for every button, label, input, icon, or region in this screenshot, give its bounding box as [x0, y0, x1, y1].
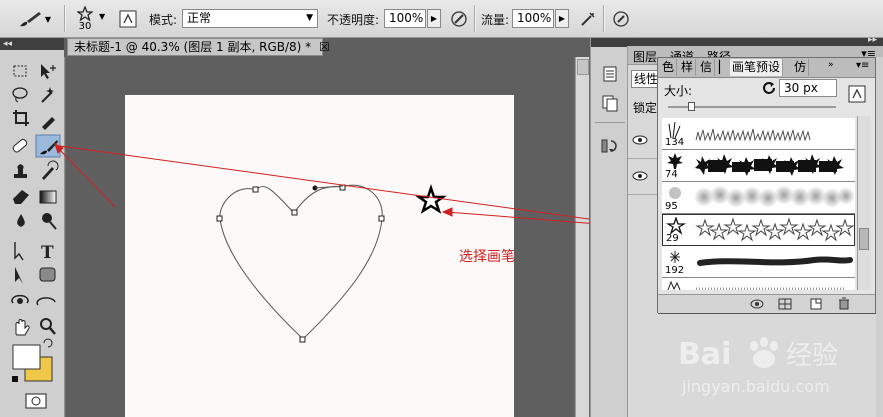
brush-panel-tab-strip: 色 样 信 ▏ 画笔预设 仿 » ▾≡ — [658, 58, 875, 78]
brush-number: 29 — [666, 233, 679, 244]
brush-size-input[interactable]: 30 px — [779, 79, 837, 97]
tab-info[interactable]: 信 — [698, 59, 716, 76]
layer-row[interactable] — [628, 122, 658, 159]
size-label: 大小: — [664, 84, 693, 98]
star-brush-cursor — [415, 184, 447, 214]
brush-number: 192 — [665, 265, 685, 276]
tab-clone-source[interactable]: 仿 — [792, 59, 810, 76]
baidu-jingyan-watermark: Bai 经验 jingyan.baidu.com — [678, 337, 838, 396]
brush-panel-footer — [658, 294, 875, 313]
soft-round-brush-icon — [669, 187, 681, 199]
brush-list-scroll-thumb[interactable] — [859, 228, 869, 250]
size-slider-thumb[interactable] — [688, 102, 695, 111]
brush-preset-row[interactable]: 74 — [662, 150, 855, 182]
eye-icon[interactable] — [632, 171, 648, 181]
new-preset-icon[interactable] — [810, 298, 822, 310]
brush-grid-icon[interactable] — [778, 298, 792, 310]
soft-round-stroke-preview — [694, 185, 854, 208]
dock-header[interactable] — [591, 38, 628, 47]
layer-comps-button[interactable] — [597, 91, 623, 115]
annotation-label: 选择画笔 — [459, 249, 515, 265]
tab-brush-presets[interactable]: 画笔预设 — [730, 59, 784, 76]
more-tabs-icon[interactable]: » — [828, 60, 834, 70]
trash-icon[interactable] — [838, 297, 850, 310]
brush-preset-row-selected[interactable]: 29 — [662, 214, 855, 246]
svg-text:Bai: Bai — [678, 337, 731, 372]
layer-row[interactable] — [628, 158, 658, 195]
brush-preset-row[interactable]: 192 — [662, 246, 855, 278]
brush-number: 74 — [665, 169, 678, 180]
rotate-tool-icon — [601, 139, 617, 153]
brush-list-scrollbar[interactable] — [857, 116, 871, 290]
leaf-stroke-preview — [695, 154, 844, 176]
history-panel-button[interactable] — [597, 62, 623, 86]
grass-stroke-preview — [695, 128, 811, 142]
panel-dock — [590, 38, 628, 417]
tab-swatches[interactable]: 样 — [679, 59, 697, 76]
right-edge-panel — [876, 57, 883, 417]
star-stroke-preview — [695, 217, 855, 242]
grass-brush-icon — [668, 121, 681, 138]
eye-icon[interactable] — [632, 135, 648, 145]
tab-layers[interactable]: 图层 — [633, 48, 657, 65]
brush-number: 95 — [665, 201, 678, 212]
path-anchor-points — [216, 184, 385, 343]
brush-preset-list: 134 74 95 29 192 — [658, 116, 875, 290]
red-annotation-arrows — [54, 143, 666, 234]
svg-text:经验: 经验 — [786, 341, 838, 371]
panel-menu-icon[interactable]: ▾≡ — [856, 60, 869, 71]
brush-presets-panel: 色 样 信 ▏ 画笔预设 仿 » ▾≡ 大小: 30 px 134 74 95 — [657, 57, 876, 313]
heart-work-path — [219, 184, 383, 340]
stacked-docs-icon — [602, 95, 618, 112]
svg-text:jingyan.baidu.com: jingyan.baidu.com — [681, 377, 830, 396]
scatter-brush-icon — [667, 280, 681, 290]
brush-preset-row[interactable] — [662, 278, 855, 290]
lock-label: 锁定 — [633, 101, 658, 115]
brush-preset-row[interactable]: 95 — [662, 182, 855, 214]
dune-grass-stroke-preview — [697, 256, 853, 266]
maple-leaf-brush-icon — [667, 153, 683, 169]
collapse-icon[interactable]: ▸▸ — [868, 35, 877, 45]
blend-mode-select[interactable]: 线性 — [631, 70, 659, 88]
dune-grass-brush-icon — [670, 251, 680, 263]
reset-size-icon[interactable] — [762, 81, 776, 95]
brush-preset-row[interactable]: 134 — [662, 118, 855, 150]
document-icon — [603, 66, 617, 82]
scatter-stroke-preview — [696, 287, 846, 290]
show-stroke-icon[interactable] — [750, 298, 764, 310]
brush-number: 134 — [665, 137, 685, 148]
toggle-brush-panel-icon[interactable] — [848, 85, 866, 103]
tab-color[interactable]: 色 — [660, 59, 678, 76]
actions-panel-button[interactable] — [597, 134, 623, 158]
